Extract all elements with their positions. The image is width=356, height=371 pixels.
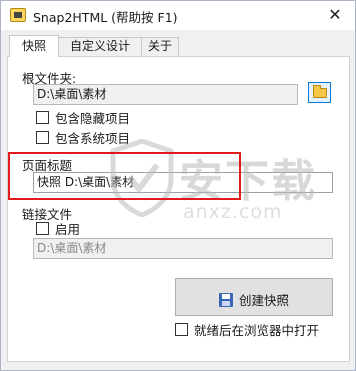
snap2html-window: Snap2HTML (帮助按 F1) ✕ 快照 自定义设计 关于 根文件夹: D… [0,0,356,371]
title-bar[interactable]: Snap2HTML (帮助按 F1) ✕ [1,1,355,30]
window-title: Snap2HTML (帮助按 F1) [33,10,178,25]
root-folder-field[interactable]: D:\桌面\素材 [33,84,298,105]
link-files-enable-label: 启用 [55,222,81,237]
app-icon [10,8,26,22]
tab-snapshot[interactable]: 快照 [9,35,59,57]
link-files-enable-option: 启用 [36,219,81,237]
browse-folder-button[interactable] [308,82,331,103]
page-title-input[interactable]: 快照 D:\桌面\素材 [33,172,333,193]
open-after-label: 就绪后在浏览器中打开 [194,323,320,338]
include-hidden-label: 包含隐藏项目 [55,111,131,126]
create-snapshot-label: 创建快照 [238,293,289,308]
link-files-field: D:\桌面\素材 [33,238,333,259]
folder-icon [313,85,327,98]
include-hidden-checkbox[interactable] [36,111,49,124]
include-system-option: 包含系统项目 [36,128,131,146]
tab-strip: 快照 自定义设计 关于 [7,35,349,57]
open-after-option: 就绪后在浏览器中打开 [175,320,320,338]
link-files-enable-checkbox[interactable] [36,222,49,235]
include-hidden-option: 包含隐藏项目 [36,108,131,126]
floppy-disk-icon [218,292,233,307]
tab-about[interactable]: 关于 [141,37,179,56]
create-snapshot-button[interactable]: 创建快照 [175,278,333,316]
open-after-checkbox[interactable] [175,323,188,336]
close-button[interactable]: ✕ [325,5,345,25]
include-system-label: 包含系统项目 [55,131,131,146]
tab-custom-design[interactable]: 自定义设计 [58,37,142,56]
include-system-checkbox[interactable] [36,131,49,144]
